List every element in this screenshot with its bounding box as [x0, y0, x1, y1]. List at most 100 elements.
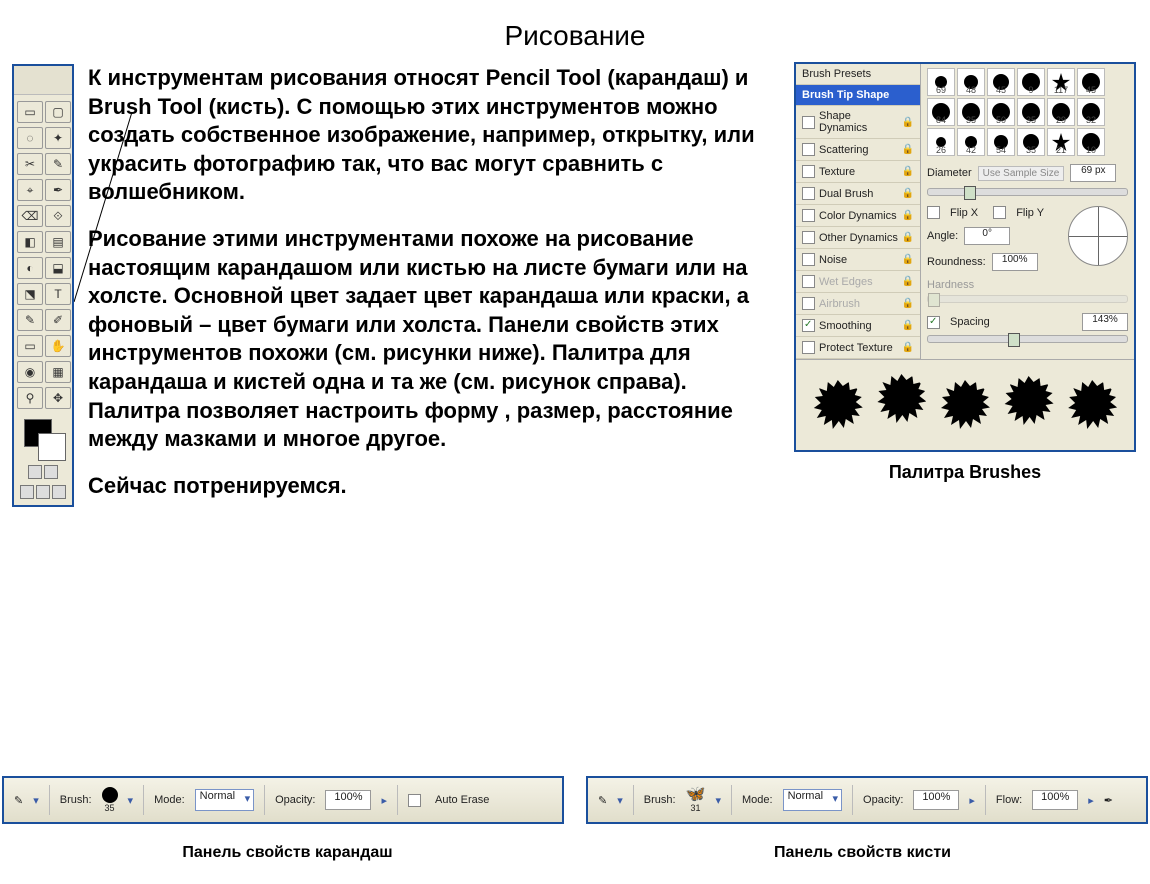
brush-setting-item[interactable]: Texture🔒: [796, 161, 920, 183]
brush-preset[interactable]: 26: [927, 128, 955, 156]
opacity-label: Opacity:: [275, 794, 315, 806]
setting-checkbox[interactable]: [802, 143, 815, 156]
tool-button[interactable]: ✂: [17, 153, 43, 175]
opacity-input[interactable]: 100%: [913, 790, 959, 810]
tool-button[interactable]: ✎: [45, 153, 71, 175]
setting-checkbox[interactable]: [802, 319, 815, 332]
brush-preset[interactable]: 117: [1047, 68, 1075, 96]
brush-setting-item[interactable]: Other Dynamics🔒: [796, 227, 920, 249]
tool-button[interactable]: ▢: [45, 101, 71, 123]
brush-preset[interactable]: 45: [1077, 68, 1105, 96]
brush-preset[interactable]: 21: [1047, 128, 1075, 156]
brush-preset[interactable]: 69: [927, 68, 955, 96]
brush-setting-item[interactable]: Brush Tip Shape: [796, 85, 920, 106]
spacing-input[interactable]: 143%: [1082, 313, 1128, 331]
setting-checkbox[interactable]: [802, 116, 815, 129]
brush-preset[interactable]: 35: [957, 98, 985, 126]
setting-checkbox[interactable]: [802, 275, 815, 288]
roundness-input[interactable]: 100%: [992, 253, 1038, 271]
tool-button[interactable]: ◌: [17, 127, 43, 149]
brush-setting-item[interactable]: Shape Dynamics🔒: [796, 106, 920, 139]
tool-button[interactable]: ▭: [17, 101, 43, 123]
lock-icon: 🔒: [902, 320, 914, 331]
opacity-input[interactable]: 100%: [325, 790, 371, 810]
tool-button[interactable]: ◉: [17, 361, 43, 383]
brush-setting-item[interactable]: Brush Presets: [796, 64, 920, 85]
screen-mode[interactable]: [36, 485, 50, 499]
tool-button[interactable]: ✐: [45, 309, 71, 331]
use-sample-size-button[interactable]: Use Sample Size: [978, 166, 1065, 181]
setting-checkbox[interactable]: [802, 209, 815, 222]
tool-button[interactable]: ▦: [45, 361, 71, 383]
brush-setting-item[interactable]: Smoothing🔒: [796, 315, 920, 337]
setting-checkbox[interactable]: [802, 187, 815, 200]
setting-checkbox[interactable]: [802, 297, 815, 310]
tool-button[interactable]: ✦: [45, 127, 71, 149]
brush-setting-item[interactable]: Protect Texture🔒: [796, 337, 920, 359]
tool-button[interactable]: T: [45, 283, 71, 305]
brush-preset[interactable]: 29: [1047, 98, 1075, 126]
tool-button[interactable]: ⬓: [45, 257, 71, 279]
brush-preset[interactable]: 35: [1017, 128, 1045, 156]
tool-button[interactable]: ◐: [17, 257, 43, 279]
lock-icon: 🔒: [902, 117, 914, 128]
diameter-slider[interactable]: [964, 186, 976, 200]
tool-button[interactable]: ⌫: [17, 205, 43, 227]
lock-icon: 🔒: [902, 342, 914, 353]
tool-button[interactable]: ✎: [17, 309, 43, 331]
brush-brush-size: 31: [691, 803, 701, 813]
auto-erase-checkbox[interactable]: [408, 794, 421, 807]
brush-preset[interactable]: 9: [1017, 68, 1045, 96]
tool-button[interactable]: ◧: [17, 231, 43, 253]
brush-preset[interactable]: 42: [957, 128, 985, 156]
brush-brush-picker[interactable]: 🦋31: [686, 787, 706, 813]
quickmask-toggle[interactable]: [28, 465, 42, 479]
screen-mode[interactable]: [20, 485, 34, 499]
brush-preset[interactable]: 45: [987, 68, 1015, 96]
brush-setting-item[interactable]: Scattering🔒: [796, 139, 920, 161]
spacing-slider[interactable]: [1008, 333, 1020, 347]
setting-checkbox[interactable]: [802, 341, 815, 354]
setting-checkbox[interactable]: [802, 253, 815, 266]
flipx-checkbox[interactable]: [927, 206, 940, 219]
angle-dial[interactable]: [1068, 206, 1128, 266]
tool-button[interactable]: ⚲: [17, 387, 43, 409]
brush-preset[interactable]: 50: [987, 98, 1015, 126]
flipy-checkbox[interactable]: [993, 206, 1006, 219]
setting-checkbox[interactable]: [802, 231, 815, 244]
diameter-input[interactable]: 69 px: [1070, 164, 1116, 182]
brush-preset[interactable]: 84: [927, 98, 955, 126]
tool-button[interactable]: ▭: [17, 335, 43, 357]
lock-icon: 🔒: [902, 276, 914, 287]
screen-mode[interactable]: [52, 485, 66, 499]
lock-icon: 🔒: [902, 298, 914, 309]
color-swatches[interactable]: [14, 415, 72, 461]
tool-button[interactable]: ✥: [45, 387, 71, 409]
pencil-brush-picker[interactable]: 35: [102, 787, 118, 813]
tool-button[interactable]: ⌖: [17, 179, 43, 201]
brush-preset[interactable]: 32: [1077, 98, 1105, 126]
brush-preset[interactable]: 10: [1077, 128, 1105, 156]
brush-setting-item[interactable]: Wet Edges🔒: [796, 271, 920, 293]
flow-input[interactable]: 100%: [1032, 790, 1078, 810]
tool-button[interactable]: ⟐: [45, 205, 71, 227]
brush-setting-item[interactable]: Airbrush🔒: [796, 293, 920, 315]
airbrush-icon[interactable]: ✒: [1104, 794, 1113, 807]
tool-button[interactable]: ▤: [45, 231, 71, 253]
brush-setting-item[interactable]: Noise🔒: [796, 249, 920, 271]
tool-button[interactable]: ⬔: [17, 283, 43, 305]
tool-button[interactable]: ✋: [45, 335, 71, 357]
spacing-checkbox[interactable]: [927, 316, 940, 329]
brush-preset[interactable]: 35: [1017, 98, 1045, 126]
angle-input[interactable]: 0°: [964, 227, 1010, 245]
brush-preset[interactable]: 48: [957, 68, 985, 96]
background-color[interactable]: [38, 433, 66, 461]
brush-setting-item[interactable]: Dual Brush🔒: [796, 183, 920, 205]
tool-button[interactable]: ✒: [45, 179, 71, 201]
brush-preset[interactable]: 54: [987, 128, 1015, 156]
brush-setting-item[interactable]: Color Dynamics🔒: [796, 205, 920, 227]
quickmask-toggle[interactable]: [44, 465, 58, 479]
setting-checkbox[interactable]: [802, 165, 815, 178]
mode-select[interactable]: Normal: [195, 789, 254, 811]
mode-select[interactable]: Normal: [783, 789, 842, 811]
